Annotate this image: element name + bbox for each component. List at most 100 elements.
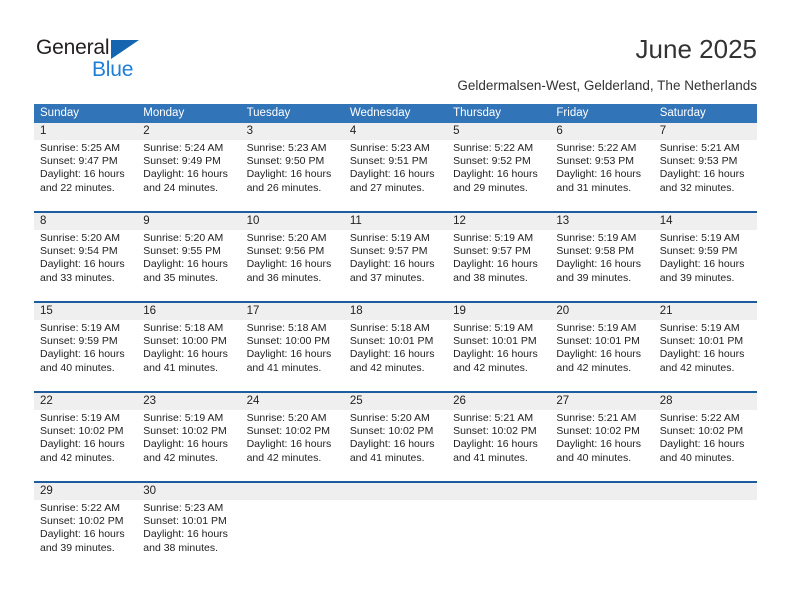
day-number[interactable]: 28: [654, 393, 757, 410]
day-number[interactable]: 1: [34, 123, 137, 140]
day-cell[interactable]: Sunrise: 5:20 AM Sunset: 9:56 PM Daylight:…: [241, 230, 344, 297]
day-cell[interactable]: Sunrise: 5:21 AM Sunset: 9:53 PM Daylight:…: [654, 140, 757, 207]
day-cell[interactable]: Sunrise: 5:23 AM Sunset: 10:01 PM Daylight…: [137, 500, 240, 567]
day-sunset-text: Sunset: 10:01 PM: [659, 335, 744, 348]
day-sunset-text: Sunset: 10:02 PM: [453, 425, 537, 438]
day-cell[interactable]: Sunrise: 5:19 AM Sunset: 9:59 PM Daylight:…: [34, 320, 137, 387]
day-number[interactable]: 11: [344, 213, 447, 230]
day-number[interactable]: 21: [654, 303, 757, 320]
day-sunrise-text: Sunrise: 5:19 AM: [453, 322, 534, 334]
day-number-empty: [241, 483, 344, 500]
day-cell[interactable]: Sunrise: 5:19 AM Sunset: 10:02 PM Daylight…: [34, 410, 137, 477]
day-daylight-2-text: and 38 minutes.: [143, 541, 218, 554]
day-cell[interactable]: Sunrise: 5:19 AM Sunset: 9:59 PM Daylight:…: [654, 230, 757, 297]
day-sunset-text: Sunset: 9:58 PM: [556, 245, 635, 258]
day-number[interactable]: 19: [447, 303, 550, 320]
day-cell[interactable]: Sunrise: 5:19 AM Sunset: 10:01 PM Daylight…: [654, 320, 757, 387]
day-daylight-1-text: Daylight: 16 hours: [659, 168, 745, 181]
day-daylight-2-text: and 42 minutes.: [349, 361, 425, 374]
day-sunrise-text: Sunrise: 5:19 AM: [143, 412, 224, 424]
day-number[interactable]: 16: [137, 303, 240, 320]
day-cell[interactable]: Sunrise: 5:24 AM Sunset: 9:49 PM Daylight:…: [137, 140, 240, 207]
day-daylight-2-text: and 40 minutes.: [659, 451, 735, 464]
day-number[interactable]: 3: [241, 123, 344, 140]
day-cell[interactable]: Sunrise: 5:20 AM Sunset: 10:02 PM Daylight…: [241, 410, 344, 477]
day-cell[interactable]: Sunrise: 5:19 AM Sunset: 9:57 PM Daylight:…: [344, 230, 447, 297]
day-daylight-1-text: Daylight: 16 hours: [659, 348, 745, 361]
day-daylight-2-text: and 35 minutes.: [143, 271, 218, 284]
day-cell[interactable]: Sunrise: 5:20 AM Sunset: 10:02 PM Daylight…: [344, 410, 447, 477]
day-daylight-1-text: Daylight: 16 hours: [143, 438, 228, 451]
day-daylight-2-text: and 42 minutes.: [246, 451, 322, 464]
day-number[interactable]: 15: [34, 303, 137, 320]
day-number[interactable]: 12: [447, 213, 550, 230]
day-number[interactable]: 14: [654, 213, 757, 230]
day-number[interactable]: 8: [34, 213, 137, 230]
generalblue-logo[interactable]: General Blue: [36, 36, 156, 84]
day-number[interactable]: 27: [550, 393, 653, 410]
day-number[interactable]: 23: [137, 393, 240, 410]
day-number[interactable]: 24: [241, 393, 344, 410]
day-number[interactable]: 6: [550, 123, 653, 140]
day-number[interactable]: 29: [34, 483, 137, 500]
day-cell[interactable]: Sunrise: 5:18 AM Sunset: 10:01 PM Daylight…: [344, 320, 447, 387]
day-cell[interactable]: Sunrise: 5:22 AM Sunset: 10:02 PM Daylight…: [34, 500, 137, 567]
day-number[interactable]: 30: [137, 483, 240, 500]
day-daylight-1-text: Daylight: 16 hours: [143, 348, 228, 361]
day-cell[interactable]: Sunrise: 5:18 AM Sunset: 10:00 PM Daylight…: [137, 320, 240, 387]
day-number[interactable]: 2: [137, 123, 240, 140]
day-number[interactable]: 4: [344, 123, 447, 140]
day-cell[interactable]: Sunrise: 5:21 AM Sunset: 10:02 PM Daylight…: [550, 410, 653, 477]
logo-text-general: General: [36, 36, 110, 59]
week-detail-band: Sunrise: 5:20 AM Sunset: 9:54 PM Daylight:…: [34, 230, 757, 297]
day-sunrise-text: Sunrise: 5:19 AM: [659, 232, 740, 244]
day-cell[interactable]: Sunrise: 5:22 AM Sunset: 9:53 PM Daylight:…: [550, 140, 653, 207]
day-number[interactable]: 10: [241, 213, 344, 230]
day-cell[interactable]: Sunrise: 5:20 AM Sunset: 9:54 PM Daylight:…: [34, 230, 137, 297]
week-detail-band: Sunrise: 5:25 AM Sunset: 9:47 PM Daylight:…: [34, 140, 757, 207]
day-number[interactable]: 13: [550, 213, 653, 230]
day-sunset-text: Sunset: 10:02 PM: [143, 425, 227, 438]
day-cell[interactable]: Sunrise: 5:19 AM Sunset: 10:01 PM Daylight…: [550, 320, 653, 387]
day-daylight-2-text: and 41 minutes.: [246, 361, 322, 374]
day-cell[interactable]: Sunrise: 5:19 AM Sunset: 10:02 PM Daylight…: [137, 410, 240, 477]
day-daylight-2-text: and 36 minutes.: [246, 271, 322, 284]
calendar-week-row: 29 30 Sunrise: 5:22 AM Sunset: 10:02 PM Dayl…: [34, 481, 757, 567]
day-number[interactable]: 17: [241, 303, 344, 320]
day-number[interactable]: 9: [137, 213, 240, 230]
day-sunrise-text: Sunrise: 5:18 AM: [143, 322, 224, 334]
day-cell[interactable]: Sunrise: 5:19 AM Sunset: 9:58 PM Daylight:…: [550, 230, 653, 297]
day-sunset-text: Sunset: 9:57 PM: [453, 245, 531, 258]
day-cell[interactable]: Sunrise: 5:19 AM Sunset: 10:01 PM Daylight…: [447, 320, 550, 387]
day-cell[interactable]: Sunrise: 5:22 AM Sunset: 9:52 PM Daylight:…: [447, 140, 550, 207]
day-daylight-1-text: Daylight: 16 hours: [659, 258, 745, 271]
day-daylight-2-text: and 42 minutes.: [453, 361, 528, 374]
day-number[interactable]: 22: [34, 393, 137, 410]
day-number[interactable]: 20: [550, 303, 653, 320]
day-cell[interactable]: Sunrise: 5:25 AM Sunset: 9:47 PM Daylight:…: [34, 140, 137, 207]
day-cell[interactable]: Sunrise: 5:20 AM Sunset: 9:55 PM Daylight:…: [137, 230, 240, 297]
page-header: General Blue June 2025 Geldermalsen-West…: [0, 0, 792, 100]
calendar-week-row: 15 16 17 18 19 20 21 Sunrise: 5:19 AM Sunset: 9:…: [34, 301, 757, 387]
day-number-empty: [654, 483, 757, 500]
day-number[interactable]: 26: [447, 393, 550, 410]
day-sunset-text: Sunset: 10:00 PM: [246, 335, 331, 348]
day-sunset-text: Sunset: 10:01 PM: [143, 515, 227, 528]
day-sunrise-text: Sunrise: 5:24 AM: [143, 142, 224, 154]
day-number-empty: [447, 483, 550, 500]
day-number-empty: [550, 483, 653, 500]
day-number[interactable]: 5: [447, 123, 550, 140]
day-sunset-text: Sunset: 10:02 PM: [659, 425, 744, 438]
calendar-weeks: 1 2 3 4 5 6 7 Sunrise: 5:25 AM Sunset: 9:47 PM Da…: [34, 123, 757, 567]
day-cell[interactable]: Sunrise: 5:19 AM Sunset: 9:57 PM Daylight:…: [447, 230, 550, 297]
day-sunrise-text: Sunrise: 5:20 AM: [349, 412, 430, 424]
day-number[interactable]: 7: [654, 123, 757, 140]
day-number[interactable]: 25: [344, 393, 447, 410]
day-cell[interactable]: Sunrise: 5:23 AM Sunset: 9:50 PM Daylight:…: [241, 140, 344, 207]
day-cell[interactable]: Sunrise: 5:23 AM Sunset: 9:51 PM Daylight:…: [344, 140, 447, 207]
day-cell[interactable]: Sunrise: 5:18 AM Sunset: 10:00 PM Daylight…: [241, 320, 344, 387]
day-number[interactable]: 18: [344, 303, 447, 320]
day-cell[interactable]: Sunrise: 5:22 AM Sunset: 10:02 PM Daylight…: [654, 410, 757, 477]
day-sunset-text: Sunset: 9:59 PM: [659, 245, 738, 258]
day-cell[interactable]: Sunrise: 5:21 AM Sunset: 10:02 PM Daylight…: [447, 410, 550, 477]
